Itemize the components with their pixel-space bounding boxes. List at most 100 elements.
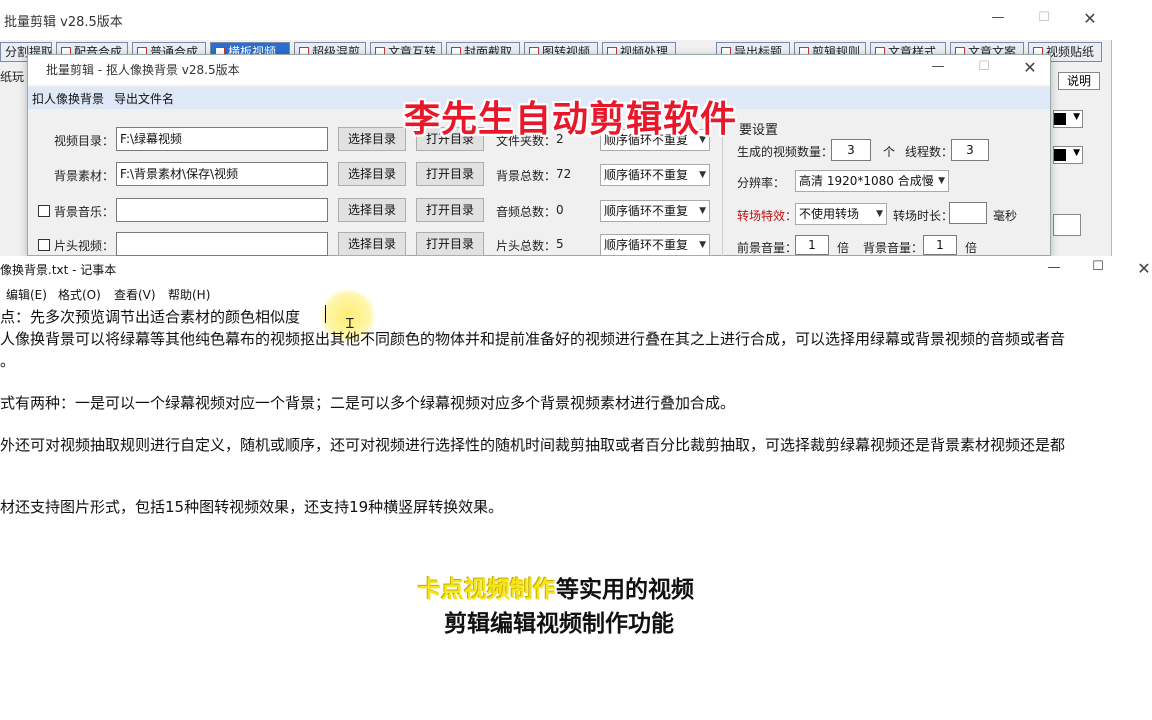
close-icon[interactable]: ✕ [1080, 9, 1100, 28]
transition-duration-label: 转场时长： [893, 209, 954, 223]
audio-count-label: 音频总数： [496, 205, 557, 219]
color-dropdown-2[interactable]: ▼ [1053, 146, 1083, 164]
fg-volume-unit: 倍 [837, 241, 850, 255]
minimize-icon[interactable]: — [1044, 260, 1064, 275]
bg-music-label: 背景音乐： [54, 205, 115, 219]
bg-count-label: 背景总数： [496, 169, 557, 183]
subtitle-line-1: 卡点视频制作等实用的视频 [418, 570, 694, 604]
chevron-down-icon: ▼ [699, 240, 706, 250]
menu-cutout-background[interactable]: 扣人像换背景 [32, 90, 104, 107]
transition-label: 转场特效： [737, 209, 798, 223]
ibeam-cursor-icon: Ɪ [346, 316, 354, 332]
transition-select[interactable]: 不使用转场 ▼ [795, 203, 887, 225]
subtitle-text: 剪辑编辑视频制作功能 [444, 611, 674, 637]
select-value: 顺序循环不重复 [604, 168, 689, 182]
transition-unit: 毫秒 [993, 209, 1018, 223]
music-order-select[interactable]: 顺序循环不重复 ▼ [600, 200, 710, 222]
color-swatch [1054, 113, 1066, 125]
notepad-title-bar: 像换背景.txt - 记事本 — ☐ ✕ [0, 256, 1152, 284]
chevron-down-icon: ▼ [1073, 148, 1080, 158]
dialog-title: 批量剪辑 - 抠人像换背景 v28.5版本 [46, 63, 240, 77]
intro-open-button[interactable]: 打开目录 [416, 232, 484, 256]
transition-duration-input[interactable] [949, 202, 987, 224]
close-icon[interactable]: ✕ [1020, 58, 1040, 77]
subtitle-line-2: 剪辑编辑视频制作功能 [444, 604, 674, 638]
music-select-button[interactable]: 选择目录 [338, 198, 406, 222]
tab-label: 视频贴纸 [1046, 45, 1095, 59]
main-title-bar: 批量剪辑 v28.5版本 — ☐ ✕ [0, 0, 1112, 40]
intro-video-input[interactable] [116, 232, 328, 256]
chevron-down-icon: ▼ [699, 206, 706, 216]
intro-count-label: 片头总数： [496, 239, 557, 253]
threads-label: 线程数： [905, 145, 954, 159]
minimize-icon[interactable]: — [988, 10, 1008, 25]
intro-select-button[interactable]: 选择目录 [338, 232, 406, 256]
gen-count-input[interactable]: 3 [831, 139, 871, 161]
color-swatch [1054, 149, 1066, 161]
maximize-icon[interactable]: ☐ [1034, 10, 1054, 25]
dialog-title-bar: 批量剪辑 - 抠人像换背景 v28.5版本 — ☐ ✕ [28, 55, 1050, 85]
text-line: 点：先多次预览调节出适合素材的颜色相似度 [0, 308, 301, 326]
video-dir-select-button[interactable]: 选择目录 [338, 127, 406, 151]
gen-count-label: 生成的视频数量： [737, 145, 834, 159]
subtitle-rest: 等实用的视频 [556, 577, 694, 603]
fg-volume-label: 前景音量： [737, 241, 798, 255]
notepad-title: 像换背景.txt - 记事本 [0, 263, 117, 277]
bg-count-value: 72 [556, 167, 572, 181]
help-button[interactable]: 说明 [1058, 72, 1100, 90]
text-line: 外还可对视频抽取规则进行自定义，随机或顺序，还可对视频进行选择性的随机时间裁剪抽… [0, 436, 1066, 454]
intro-video-label: 片头视频： [54, 239, 115, 253]
menu-edit[interactable]: 编辑(E) [6, 286, 47, 303]
threads-input[interactable]: 3 [951, 139, 989, 161]
minimize-icon[interactable]: — [928, 59, 948, 74]
bg-volume-unit: 倍 [965, 241, 978, 255]
side-label: 纸玩 [0, 70, 25, 84]
settings-group-title: 要设置 [739, 123, 779, 138]
menu-view[interactable]: 查看(V) [114, 286, 156, 303]
chevron-down-icon: ▼ [938, 176, 945, 186]
watermark-banner: 李先生自动剪辑软件 [404, 99, 738, 140]
menu-format[interactable]: 格式(O) [58, 286, 101, 303]
resolution-select[interactable]: 高清 1920*1080 合成慢 ▼ [795, 170, 949, 192]
bg-music-input[interactable] [116, 198, 328, 222]
audio-count-value: 0 [556, 203, 564, 217]
fg-volume-input[interactable]: 1 [795, 235, 829, 255]
bg-open-button[interactable]: 打开目录 [416, 162, 484, 186]
intro-video-checkbox[interactable] [38, 239, 50, 251]
maximize-icon[interactable]: ☐ [1088, 259, 1108, 274]
main-right-panel: 说明 ▼ ▼ [1053, 62, 1112, 256]
bg-music-checkbox[interactable] [38, 205, 50, 217]
select-value: 顺序循环不重复 [604, 238, 689, 252]
text-line: 材还支持图片形式，包括15种图转视频效果，还支持19种横竖屏转换效果。 [0, 498, 504, 516]
text-line: 。 [0, 352, 16, 370]
video-dir-input[interactable]: F:\绿幕视频 [116, 127, 328, 151]
chevron-down-icon: ▼ [876, 209, 883, 219]
main-window-title: 批量剪辑 v28.5版本 [4, 15, 123, 30]
chevron-down-icon: ▼ [699, 170, 706, 180]
text-caret [325, 305, 326, 323]
right-input[interactable] [1053, 214, 1081, 236]
menu-help[interactable]: 帮助(H) [168, 286, 210, 303]
gen-unit: 个 [883, 145, 896, 159]
bg-material-input[interactable]: F:\背景素材\保存\视频 [116, 162, 328, 186]
subtitle-highlight: 卡点视频制作 [418, 577, 556, 603]
color-dropdown-1[interactable]: ▼ [1053, 110, 1083, 128]
music-open-button[interactable]: 打开目录 [416, 198, 484, 222]
close-icon[interactable]: ✕ [1134, 259, 1152, 278]
bg-volume-input[interactable]: 1 [923, 235, 957, 255]
maximize-icon[interactable]: ☐ [974, 59, 994, 74]
cutout-dialog: 批量剪辑 - 抠人像换背景 v28.5版本 — ☐ ✕ 扣人像换背景 导出文件名… [27, 54, 1052, 257]
bg-select-button[interactable]: 选择目录 [338, 162, 406, 186]
chevron-down-icon: ▼ [1073, 112, 1080, 122]
resolution-label: 分辨率： [737, 176, 786, 190]
text-line: 人像换背景可以将绿幕等其他纯色幕布的视频抠出其他不同颜色的物体并和提前准备好的视… [0, 330, 1066, 348]
text-line: 式有两种：一是可以一个绿幕视频对应一个背景；二是可以多个绿幕视频对应多个背景视频… [0, 394, 736, 412]
intro-order-select[interactable]: 顺序循环不重复 ▼ [600, 234, 710, 256]
bg-order-select[interactable]: 顺序循环不重复 ▼ [600, 164, 710, 186]
settings-group: 要设置 生成的视频数量： 3 个 线程数： 3 分辨率： 高清 1920*108… [722, 115, 1052, 257]
select-value: 高清 1920*1080 合成慢 [799, 174, 934, 188]
intro-count-value: 5 [556, 237, 564, 251]
menu-export-filename[interactable]: 导出文件名 [114, 90, 174, 107]
select-value: 顺序循环不重复 [604, 204, 689, 218]
bg-volume-label: 背景音量： [863, 241, 924, 255]
